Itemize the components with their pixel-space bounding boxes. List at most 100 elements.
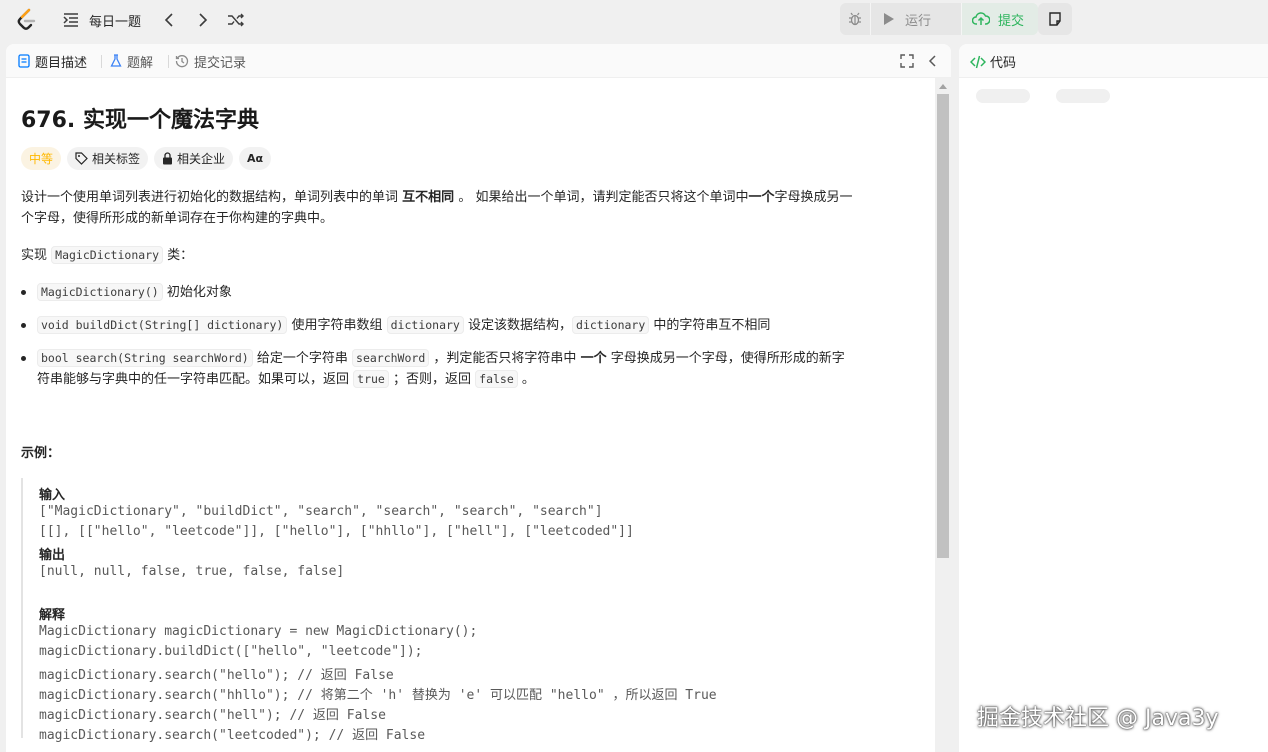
tab-submissions[interactable]: 提交记录 — [175, 52, 247, 71]
bullet-text: 设定该数据结构， — [468, 318, 573, 333]
desc-text: 字母换成另一 — [774, 190, 853, 205]
submit-label: 提交 — [998, 13, 1025, 29]
example-explain-label: 解释 — [39, 608, 66, 623]
inline-code: searchWord — [352, 349, 430, 367]
tab-divider — [101, 55, 102, 68]
inline-code: MagicDictionary — [51, 246, 164, 264]
shuffle-icon[interactable] — [225, 9, 247, 31]
problem-title: 676. 实现一个魔法字典 — [21, 108, 259, 133]
impl-text: 实现 — [21, 248, 48, 263]
loading-skeleton — [1056, 89, 1110, 103]
tab-description[interactable]: 题目描述 — [18, 52, 88, 71]
example-block: 输入 ["MagicDictionary", "buildDict", "sea… — [21, 478, 901, 743]
example-heading: 示例： — [21, 446, 61, 461]
example-explain-line: magicDictionary.search("hello"); // 返回 F… — [39, 668, 394, 683]
desc-text: 设计一个使用单词列表进行初始化的数据结构，单词列表中的单词 — [21, 190, 399, 205]
related-companies-badge[interactable]: 相关企业 — [154, 147, 234, 170]
example-explain-line: magicDictionary.search("leetcoded"); // … — [39, 728, 426, 743]
problem-list-icon[interactable] — [60, 9, 82, 31]
bullet-text: ；否则，返回 — [393, 372, 472, 387]
bullet-text: ，判定能否只将字符串中 — [433, 351, 577, 366]
example-output-label: 输出 — [39, 548, 66, 563]
bullet-bold: 一个 — [580, 351, 607, 366]
watermark-text: 掘金技术社区 @ Java3y — [977, 706, 1219, 731]
daily-question-label[interactable]: 每日一题 — [89, 11, 141, 30]
run-button[interactable]: 运行 — [871, 3, 961, 35]
top-bar: 每日一题 运行 提交 — [0, 0, 1268, 40]
description-content: 676. 实现一个魔法字典 中等 相关标签 相关企业 Aα 设计一个使用单词列表… — [6, 78, 935, 752]
chevron-left-icon[interactable] — [158, 9, 180, 31]
example-input-line-2: [[], [["hello", "leetcode"]], ["hello"],… — [39, 524, 634, 539]
lock-icon — [163, 152, 173, 165]
history-icon — [175, 55, 189, 68]
bullet-dot — [21, 356, 26, 361]
code-brackets-icon — [970, 55, 986, 68]
code-panel: 代码 — [959, 44, 1268, 752]
related-companies-label: 相关企业 — [177, 152, 226, 166]
bullet-text: 符串能够与字典中的任一字符串匹配。如果可以，返回 — [37, 372, 350, 387]
inline-code: MagicDictionary() — [37, 283, 163, 301]
problem-badges: 中等 相关标签 相关企业 Aα — [21, 147, 272, 170]
bullet-dot — [21, 323, 26, 328]
bullet-dot — [21, 290, 26, 295]
implement-line: 实现 MagicDictionary 类： — [21, 245, 193, 266]
bullet-item-3-line-2: 符串能够与字典中的任一字符串匹配。如果可以，返回 true ；否则，返回 fal… — [37, 369, 535, 390]
flask-icon — [110, 54, 122, 67]
leetcode-logo-icon[interactable] — [14, 7, 40, 33]
difficulty-badge: 中等 — [21, 147, 62, 170]
cloud-upload-icon — [972, 12, 990, 25]
tab-submissions-label: 提交记录 — [194, 55, 247, 71]
example-explain-line: magicDictionary.buildDict(["hello", "lee… — [39, 644, 423, 659]
example-input-line-1: ["MagicDictionary", "buildDict", "search… — [39, 504, 603, 519]
description-paragraph-1-line-2: 个字母，使得所形成的新单词存在于你构建的字典中。 — [21, 211, 334, 226]
desc-bold: 互不相同 — [402, 190, 455, 205]
loading-skeleton — [976, 89, 1030, 103]
tab-solution-label: 题解 — [127, 55, 154, 71]
tag-icon — [75, 152, 88, 165]
inline-code: dictionary — [386, 316, 464, 334]
desc-bold: 一个 — [748, 190, 775, 205]
tab-divider — [168, 55, 169, 68]
description-panel: 题目描述 题解 提交记录 676. 实现一个魔法字典 中等 相关标签 相关企业 … — [6, 44, 951, 752]
font-size-badge[interactable]: Aα — [239, 147, 272, 170]
related-tags-badge[interactable]: 相关标签 — [67, 147, 149, 170]
play-icon — [884, 13, 894, 25]
inline-code: void buildDict(String[] dictionary) — [37, 316, 288, 334]
tab-code-label: 代码 — [990, 56, 1017, 71]
scrollbar-thumb[interactable] — [937, 94, 949, 558]
inline-code: bool search(String searchWord) — [37, 349, 253, 367]
code-panel-header: 代码 — [959, 44, 1268, 78]
chevron-right-icon[interactable] — [192, 9, 214, 31]
note-icon — [1049, 12, 1061, 26]
bullet-text: 。 — [521, 372, 535, 387]
submit-button[interactable]: 提交 — [962, 3, 1038, 35]
inline-code: false — [475, 370, 518, 388]
tab-code[interactable]: 代码 — [970, 52, 1016, 71]
bullet-text: 给定一个字符串 — [256, 351, 348, 366]
vertical-scrollbar[interactable] — [935, 78, 951, 752]
tab-description-label: 题目描述 — [35, 55, 88, 71]
description-paragraph-1: 设计一个使用单词列表进行初始化的数据结构，单词列表中的单词 互不相同 。 如果给… — [21, 187, 852, 208]
example-output-line: [null, null, false, true, false, false] — [39, 564, 345, 579]
run-label: 运行 — [905, 13, 932, 29]
collapse-chevron-icon[interactable] — [928, 53, 944, 69]
debug-button[interactable] — [840, 3, 870, 35]
bullet-item-2: void buildDict(String[] dictionary) 使用字符… — [37, 315, 770, 336]
bullet-item-1: MagicDictionary() 初始化对象 — [37, 282, 232, 303]
inline-code: dictionary — [572, 316, 650, 334]
example-explain-line: magicDictionary.search("hhllo"); // 将第二个… — [39, 688, 717, 703]
bug-icon — [849, 12, 861, 26]
bullet-item-3: bool search(String searchWord) 给定一个字符串 s… — [37, 348, 845, 369]
example-explain-line: MagicDictionary magicDictionary = new Ma… — [39, 624, 478, 639]
scroll-up-arrow-icon[interactable] — [939, 84, 947, 89]
related-tags-label: 相关标签 — [92, 152, 141, 166]
notes-button[interactable] — [1038, 3, 1072, 35]
tab-solution[interactable]: 题解 — [110, 52, 154, 71]
desc-text: 。 如果给出一个单词，请判定能否只将这个单词中 — [458, 190, 749, 205]
bullet-text: 字母换成另一个字母，使得所形成的新字 — [610, 351, 845, 366]
bullet-text: 中的字符串互不相同 — [653, 318, 771, 333]
example-explain-line: magicDictionary.search("hell"); // 返回 Fa… — [39, 708, 386, 723]
inline-code: true — [353, 370, 389, 388]
description-tabbar: 题目描述 题解 提交记录 — [6, 44, 951, 78]
fullscreen-icon[interactable] — [900, 53, 916, 69]
